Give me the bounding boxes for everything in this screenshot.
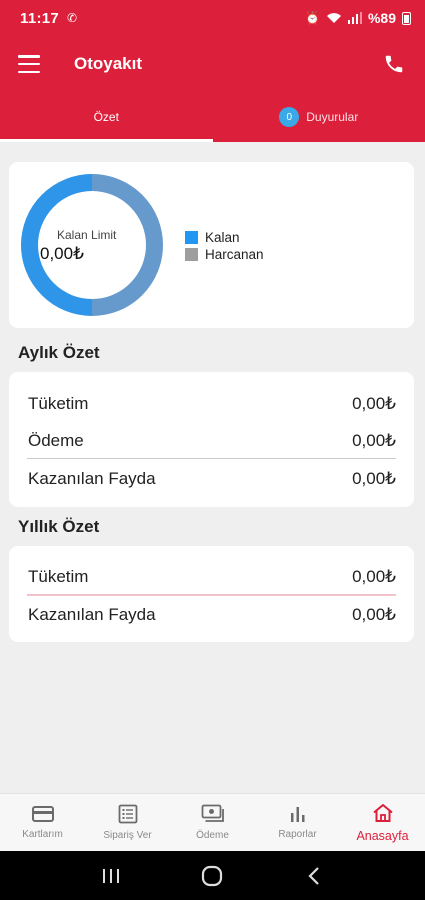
tab-duyurular[interactable]: 0 Duyurular <box>213 92 425 142</box>
legend-item-harcanan: Harcanan <box>185 246 264 263</box>
order-list-icon <box>118 804 137 824</box>
announcement-count-badge: 0 <box>279 107 300 127</box>
monthly-row-odeme: Ödeme 0,00₺ <box>28 431 396 451</box>
yearly-row-tuketim: Tüketim 0,00₺ <box>28 567 396 587</box>
nav-label: Raporlar <box>278 829 317 840</box>
nav-item-siparis-ver[interactable]: Sipariş Ver <box>85 794 170 851</box>
legend-item-kalan: Kalan <box>185 229 264 246</box>
alarm-icon: ⏰ <box>305 11 320 25</box>
row-label: Kazanılan Fayda <box>28 469 156 488</box>
app-bar: Otoyakıt <box>0 36 425 92</box>
battery-icon <box>402 11 411 25</box>
row-label: Tüketim <box>28 394 89 413</box>
wifi-icon <box>326 13 341 23</box>
phone-icon[interactable] <box>381 51 407 77</box>
signal-icon <box>347 12 362 24</box>
tab-bar: Özet 0 Duyurular <box>0 92 425 142</box>
recent-apps-icon[interactable] <box>96 861 126 891</box>
monthly-summary-title: Aylık Özet <box>18 343 100 362</box>
nav-label: Ödeme <box>196 830 229 841</box>
app-title: Otoyakıt <box>74 54 143 73</box>
tab-ozet[interactable]: Özet <box>0 92 213 142</box>
chart-legend: Kalan Harcanan <box>185 229 264 263</box>
nav-item-kartlarim[interactable]: Kartlarım <box>0 794 85 851</box>
bar-chart-icon <box>290 807 304 822</box>
payment-icon <box>201 804 224 822</box>
system-navigation-bar <box>0 851 425 900</box>
back-icon[interactable] <box>299 861 329 891</box>
bottom-navigation: Kartlarım Sipariş Ver Ödeme Raporlar Ana… <box>0 793 425 851</box>
row-value: 0,00₺ <box>352 394 396 413</box>
missed-call-icon: ✆ <box>67 11 78 25</box>
status-bar: 11:17 ✆ ⏰ %89 <box>0 0 425 36</box>
menu-icon[interactable] <box>18 55 40 73</box>
row-divider <box>27 458 396 459</box>
row-label: Kazanılan Fayda <box>28 605 156 624</box>
row-label: Ödeme <box>28 431 84 450</box>
row-divider <box>27 594 396 596</box>
remaining-limit-label: Kalan Limit <box>57 228 117 242</box>
nav-item-anasayfa[interactable]: Anasayfa <box>340 794 425 851</box>
nav-label: Sipariş Ver <box>103 830 152 841</box>
donut-segment-harcanan <box>91 174 163 316</box>
row-value: 0,00₺ <box>352 469 396 488</box>
row-value: 0,00₺ <box>352 431 396 450</box>
legend-swatch-harcanan <box>185 248 198 261</box>
yearly-summary-card: Tüketim 0,00₺ Kazanılan Fayda 0,00₺ <box>9 546 414 642</box>
row-value: 0,00₺ <box>352 605 396 624</box>
card-icon <box>31 806 54 822</box>
nav-label: Kartlarım <box>22 829 63 840</box>
nav-item-raporlar[interactable]: Raporlar <box>255 794 340 851</box>
tab-ozet-label: Özet <box>93 110 119 124</box>
legend-label-harcanan: Harcanan <box>205 247 264 262</box>
row-value: 0,00₺ <box>352 567 396 586</box>
monthly-summary-card: Tüketim 0,00₺ Ödeme 0,00₺ Kazanılan Fayd… <box>9 372 414 507</box>
status-time: 11:17 <box>20 9 60 27</box>
legend-label-kalan: Kalan <box>205 230 240 245</box>
nav-item-odeme[interactable]: Ödeme <box>170 794 255 851</box>
limit-card: Kalan Limit 0,00₺ Kalan Harcanan <box>9 162 414 328</box>
home-icon <box>372 803 393 822</box>
battery-percent: %89 <box>367 10 396 26</box>
home-button-icon[interactable] <box>197 861 227 891</box>
yearly-summary-title: Yıllık Özet <box>18 517 100 536</box>
monthly-row-kazanilan-fayda: Kazanılan Fayda 0,00₺ <box>28 469 396 489</box>
legend-swatch-kalan <box>185 231 198 244</box>
nav-label: Anasayfa <box>356 828 409 843</box>
yearly-row-kazanilan-fayda: Kazanılan Fayda 0,00₺ <box>28 605 396 625</box>
remaining-limit-value: 0,00₺ <box>40 244 84 263</box>
status-icons: ⏰ %89 <box>305 10 411 26</box>
row-label: Tüketim <box>28 567 89 586</box>
monthly-row-tuketim: Tüketim 0,00₺ <box>28 394 396 414</box>
tab-duyurular-label: Duyurular <box>306 110 359 124</box>
